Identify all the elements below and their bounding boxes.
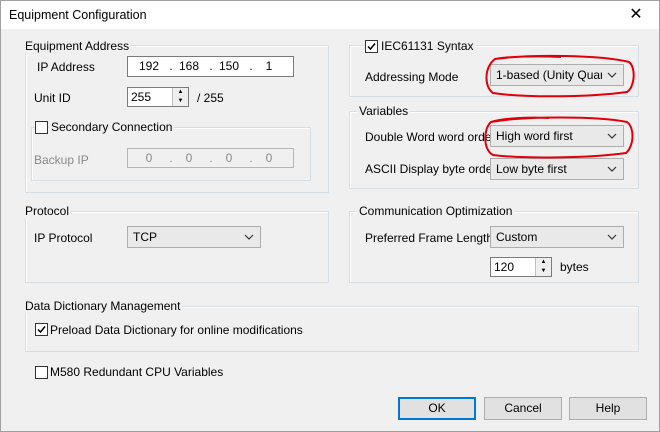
preload-data-dictionary-label: Preload Data Dictionary for online modif… xyxy=(50,323,303,337)
spin-down-icon[interactable]: ▼ xyxy=(536,267,551,276)
unit-id-max: / 255 xyxy=(197,91,224,105)
unit-id-label: Unit ID xyxy=(34,91,71,105)
ascii-display-byte-order-label: ASCII Display byte order xyxy=(365,162,497,176)
variables-legend: Variables xyxy=(357,104,411,118)
m580-redundant-cpu-checkbox[interactable] xyxy=(35,366,48,379)
spin-down-icon[interactable]: ▼ xyxy=(173,97,188,106)
preferred-frame-length-value: Custom xyxy=(496,230,538,244)
chevron-down-icon xyxy=(607,72,617,78)
ip-octet-1: 192 xyxy=(138,59,160,73)
frame-length-spinner[interactable]: 120 ▲ ▼ xyxy=(490,257,552,277)
secondary-connection-checkbox[interactable] xyxy=(35,121,48,134)
preferred-frame-length-dropdown[interactable]: Custom xyxy=(490,226,624,248)
ip-protocol-dropdown[interactable]: TCP xyxy=(127,226,261,248)
communication-optimization-legend: Communication Optimization xyxy=(357,204,515,218)
backup-ip-label: Backup IP xyxy=(34,153,89,167)
m580-redundant-cpu-label: M580 Redundant CPU Variables xyxy=(50,365,224,379)
chevron-down-icon xyxy=(244,234,254,240)
chevron-down-icon xyxy=(607,234,617,240)
backup-ip-field[interactable]: 0 . 0 . 0 . 0 xyxy=(127,148,294,168)
secondary-connection-label: Secondary Connection xyxy=(49,120,175,134)
backup-ip-octet-2: 0 xyxy=(185,151,193,165)
bytes-unit-label: bytes xyxy=(560,260,589,274)
preferred-frame-length-label: Preferred Frame Length xyxy=(365,231,494,245)
dialog-title: Equipment Configuration xyxy=(9,8,147,22)
double-word-order-label: Double Word word order xyxy=(365,130,496,144)
addressing-mode-label: Addressing Mode xyxy=(365,70,459,84)
frame-length-spin-buttons: ▲ ▼ xyxy=(535,258,551,276)
ip-protocol-value: TCP xyxy=(133,230,157,244)
addressing-mode-dropdown[interactable]: 1-based (Unity Quantum) xyxy=(490,64,624,86)
ip-octet-3: 150 xyxy=(218,59,240,73)
unit-id-value: 255 xyxy=(131,90,152,104)
protocol-legend: Protocol xyxy=(23,204,72,218)
ip-address-label: IP Address xyxy=(37,60,95,74)
preload-data-dictionary-checkbox[interactable] xyxy=(35,323,48,336)
ip-octet-2: 168 xyxy=(178,59,200,73)
double-word-order-value: High word first xyxy=(496,129,573,143)
ok-button[interactable]: OK xyxy=(398,397,476,420)
chevron-down-icon xyxy=(607,133,617,139)
double-word-order-dropdown[interactable]: High word first xyxy=(490,125,624,147)
checkmark-icon xyxy=(367,43,376,51)
title-bar: Equipment Configuration ✕ xyxy=(1,1,659,29)
frame-length-value: 120 xyxy=(494,260,515,274)
ip-octet-4: 1 xyxy=(265,59,273,73)
backup-ip-octet-1: 0 xyxy=(145,151,153,165)
backup-ip-octet-3: 0 xyxy=(225,151,233,165)
ip-address-field[interactable]: 192 . 168 . 150 . 1 xyxy=(127,56,294,77)
ascii-byte-order-dropdown[interactable]: Low byte first xyxy=(490,158,624,180)
help-button[interactable]: Help xyxy=(569,397,647,420)
backup-ip-octet-4: 0 xyxy=(265,151,273,165)
addressing-mode-value: 1-based (Unity Quantum) xyxy=(496,68,602,82)
close-icon[interactable]: ✕ xyxy=(625,4,647,26)
unit-id-spin-buttons: ▲ ▼ xyxy=(172,88,188,106)
checkmark-icon xyxy=(37,326,46,334)
equipment-configuration-dialog: Equipment Configuration ✕ Equipment Addr… xyxy=(0,0,660,432)
ip-protocol-label: IP Protocol xyxy=(34,231,93,245)
cancel-button[interactable]: Cancel xyxy=(484,397,562,420)
iec61131-syntax-label: IEC61131 Syntax xyxy=(379,39,476,53)
data-dictionary-legend: Data Dictionary Management xyxy=(23,299,183,313)
ascii-byte-order-value: Low byte first xyxy=(496,162,567,176)
unit-id-spinner[interactable]: 255 ▲ ▼ xyxy=(127,87,189,107)
chevron-down-icon xyxy=(607,166,617,172)
equipment-address-legend: Equipment Address xyxy=(23,39,132,53)
iec61131-syntax-checkbox[interactable] xyxy=(365,40,378,53)
